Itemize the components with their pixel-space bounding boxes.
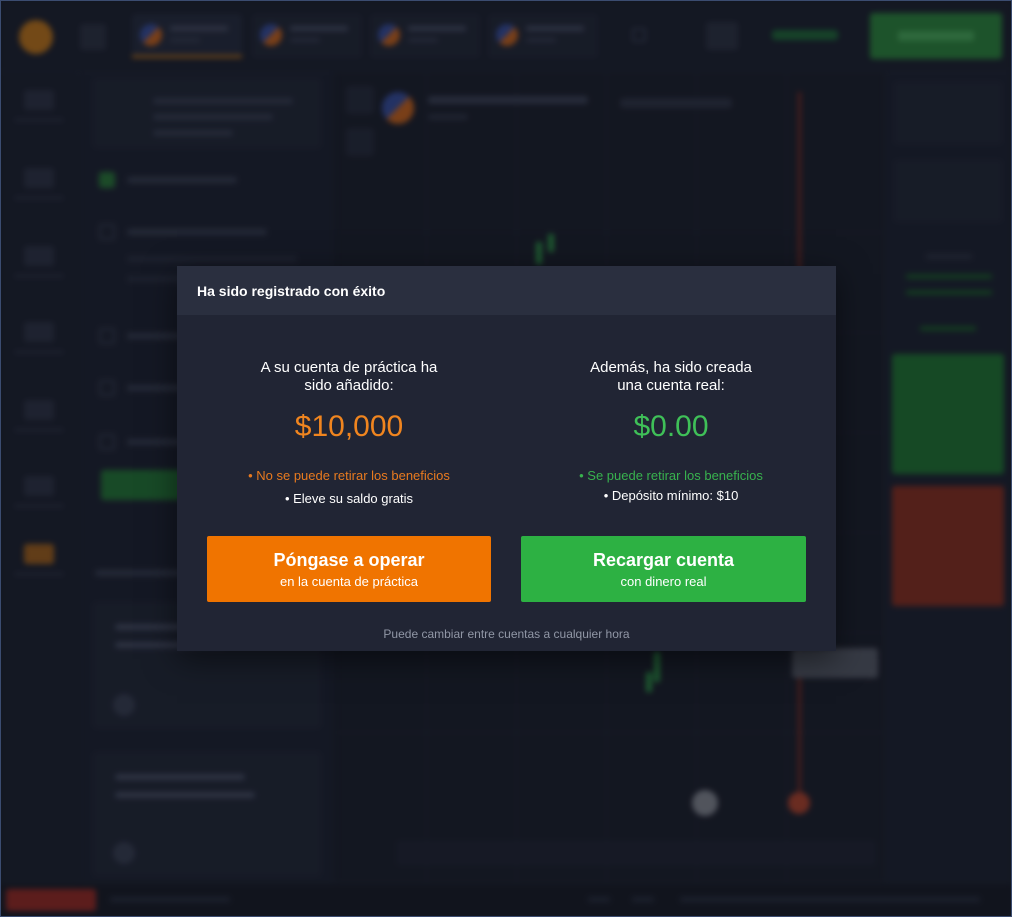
deposit-real-account-button[interactable]: Recargar cuenta con dinero real [521,536,806,602]
start-practice-trading-button[interactable]: Póngase a operar en la cuenta de práctic… [207,536,491,602]
practice-amount: $10,000 [294,410,404,443]
real-amount: $0.00 [633,410,709,443]
practice-detail: • Eleve su saldo gratis [284,491,414,506]
modal-header: Ha sido registrado con éxito [177,266,836,315]
modal-title: Ha sido registrado con éxito [197,282,386,299]
practice-heading: A su cuenta de práctica ha sido añadido: [260,359,438,394]
practice-note: • No se puede retirar los beneficios [248,468,450,483]
real-detail: • Depósito mínimo: $10 [603,488,739,503]
real-note: • Se puede retirar los beneficios [579,468,763,483]
switch-accounts-footnote: Puede cambiar entre cuentas a cualquier … [383,627,630,641]
real-heading: Además, ha sido creada una cuenta real: [590,359,752,394]
registration-success-modal: Ha sido registrado con éxito A su cuenta… [177,266,836,651]
